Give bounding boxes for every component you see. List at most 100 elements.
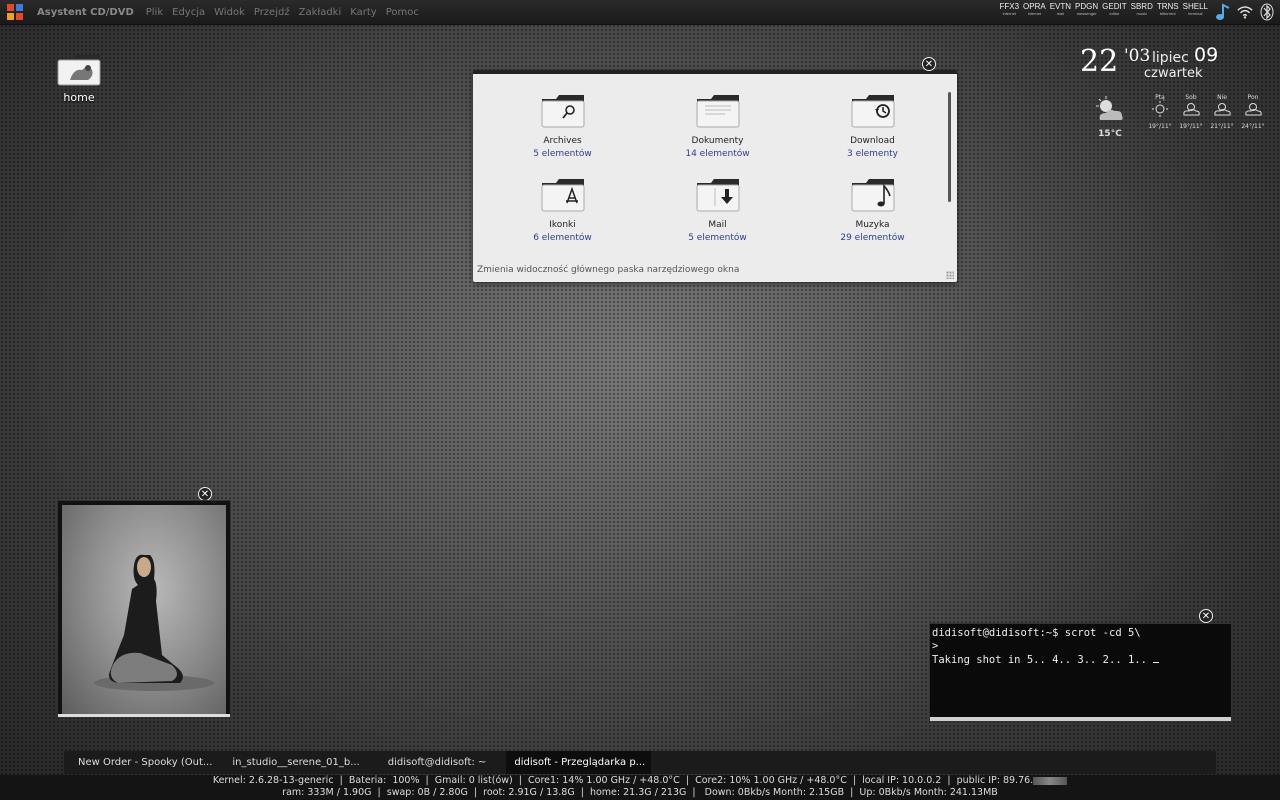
app-logo-icon[interactable] (7, 4, 23, 20)
folder-name: Download (850, 136, 895, 146)
terminal-line: didisoft@didisoft:~$ scrot -cd 5\ (932, 627, 1141, 639)
task-file-manager[interactable]: didisoft - Przeglądarka p... (506, 751, 652, 774)
wifi-icon[interactable] (1236, 3, 1254, 21)
photo-frame-widget (57, 500, 231, 718)
folder-name: Archives (543, 136, 582, 146)
menu-przejdz[interactable]: Przejdź (254, 7, 290, 18)
launcher-ffx3[interactable]: FFX3 internet (999, 2, 1019, 17)
status-text: Zmienia widoczność głównego paska narzęd… (477, 265, 740, 275)
sun-icon (1152, 101, 1168, 117)
folder-count: 5 elementów (688, 233, 747, 243)
launcher-shell[interactable]: SHELL terminal (1183, 2, 1208, 17)
menu-widok[interactable]: Widok (214, 7, 245, 18)
app-title: Asystent CD/DVD (37, 6, 134, 18)
terminal-cursor (1153, 653, 1160, 663)
monitor-row-1: Kernel: 2.6.28-13-generic | Bateria: 100… (0, 775, 1280, 787)
clock-month: lipiec (1152, 50, 1189, 66)
launcher-evtn[interactable]: EVTN mail (1050, 2, 1071, 17)
task-terminal[interactable]: didisoft@didisoft: ~ (380, 751, 493, 774)
home-folder-icon (56, 52, 102, 86)
forecast-day: Ptą 19°/11° (1145, 94, 1175, 130)
photo-close-icon[interactable]: ✕ (198, 487, 212, 501)
bluetooth-icon[interactable] (1258, 3, 1276, 21)
launcher-sub: internet (1027, 11, 1042, 16)
launcher-gedit[interactable]: GEDIT editor (1102, 2, 1126, 17)
launcher-sub: music (1136, 11, 1147, 16)
folder-download[interactable]: Download 3 elementy (795, 90, 950, 164)
monitor-row-2: ram: 333M / 1.90G | swap: 0B / 2.80G | r… (282, 787, 998, 798)
launcher-name: SBRD (1130, 2, 1153, 11)
desktop-icon-home[interactable]: home (50, 52, 108, 104)
resize-grip-icon[interactable] (946, 271, 954, 279)
partly-cloudy-icon (1183, 103, 1200, 116)
menu-karty[interactable]: Karty (350, 7, 376, 18)
weather-widget: 15°C Ptą 19°/11° Sob 19°/11° Nie 21°/11°… (1093, 94, 1273, 144)
system-monitor-bar: Kernel: 2.6.28-13-generic | Bateria: 100… (0, 775, 1280, 800)
photo-image (62, 505, 226, 715)
folder-search-icon (540, 92, 586, 128)
launcher-name: GEDIT (1102, 2, 1127, 11)
forecast-day: Nie 21°/11° (1207, 94, 1237, 130)
folder-ikonki[interactable]: Ikonki 6 elementów (485, 174, 640, 248)
launcher-sub: mail (1056, 11, 1065, 16)
current-temperature: 15°C (1098, 129, 1122, 139)
folder-music-icon (850, 176, 896, 212)
partly-cloudy-icon (1214, 103, 1231, 116)
terminal-close-icon[interactable]: ✕ (1199, 609, 1213, 623)
clock-day: 09 (1194, 44, 1219, 66)
folder-history-icon (850, 92, 896, 128)
launcher-pdgn[interactable]: PDGN messenger (1075, 2, 1098, 17)
launcher-sub: internet (1002, 11, 1016, 16)
launcher-name: SHELL (1182, 2, 1208, 11)
launcher-sub: editor (1109, 11, 1120, 16)
music-note-icon[interactable] (1214, 3, 1232, 21)
launcher-sub: bittorrent (1159, 11, 1176, 16)
desktop-icon-label: home (63, 91, 95, 104)
top-panel: Asystent CD/DVD Plik Edycja Widok Przejd… (0, 0, 1280, 25)
masked-ip-block (1033, 776, 1068, 785)
folder-count: 6 elementów (533, 233, 592, 243)
folder-grid: Archives 5 elementów Dokumenty 14 elemen… (485, 90, 945, 248)
folder-archives[interactable]: Archives 5 elementów (485, 90, 640, 164)
folder-count: 3 elementy (846, 149, 899, 159)
clock-minute: '03 (1124, 46, 1151, 66)
monitor-row-1-text: Kernel: 2.6.28-13-generic | Bateria: 100… (212, 775, 1034, 786)
taskbar: New Order - Spooky (Out... in_studio__se… (64, 751, 1216, 774)
forecast-day-name: Ptą (1155, 94, 1165, 101)
clock-widget: 22 '03 lipiec 09 czwartek (1080, 42, 1240, 92)
photo-progress-bar (58, 714, 230, 717)
forecast-day: Pon 24°/11° (1238, 94, 1268, 130)
folder-dokumenty[interactable]: Dokumenty 14 elementów (640, 90, 795, 164)
launcher-name: OPRA (1023, 2, 1046, 11)
folder-count: 29 elementów (840, 233, 905, 243)
menu-pomoc[interactable]: Pomoc (386, 7, 419, 18)
launcher-name: FFX3 (999, 2, 1020, 11)
folder-count: 5 elementów (533, 149, 592, 159)
launcher-opra[interactable]: OPRA internet (1023, 2, 1046, 17)
menu-edycja[interactable]: Edycja (172, 7, 205, 18)
folder-name: Ikonki (549, 220, 576, 230)
launcher-sbrd[interactable]: SBRD music (1131, 2, 1153, 17)
terminal-line-text: Taking shot in 5.. 4.. 3.. 2.. 1.. (932, 654, 1154, 666)
close-icon[interactable]: ✕ (922, 57, 936, 71)
launcher-trns[interactable]: TRNS bittorrent (1157, 2, 1179, 17)
forecast-temp: 21°/11° (1210, 123, 1234, 130)
forecast-temp: 19°/11° (1179, 123, 1203, 130)
scrollbar[interactable] (948, 92, 951, 202)
task-image[interactable]: in_studio__serene_01_b... (224, 751, 365, 774)
launcher-sub: messenger (1076, 11, 1097, 16)
terminal-line: > (932, 640, 939, 652)
forecast-day: Sob 19°/11° (1176, 94, 1206, 130)
task-music-player[interactable]: New Order - Spooky (Out... (70, 751, 218, 774)
terminal-widget[interactable]: didisoft@didisoft:~$ scrot -cd 5\ > Taki… (929, 623, 1232, 722)
menu-zakladki[interactable]: Zakładki (299, 7, 342, 18)
launcher-bar: FFX3 internet OPRA internet EVTN mail PDGN m… (999, 2, 1208, 17)
folder-name: Dokumenty (691, 136, 744, 146)
forecast-temp: 19°/11° (1148, 123, 1172, 130)
forecast-day-name: Pon (1247, 94, 1259, 101)
menu-plik[interactable]: Plik (146, 7, 163, 18)
folder-muzyka[interactable]: Muzyka 29 elementów (795, 174, 950, 248)
launcher-name: EVTN (1049, 2, 1072, 11)
launcher-name: PDGN (1075, 2, 1099, 11)
folder-mail[interactable]: Mail 5 elementów (640, 174, 795, 248)
